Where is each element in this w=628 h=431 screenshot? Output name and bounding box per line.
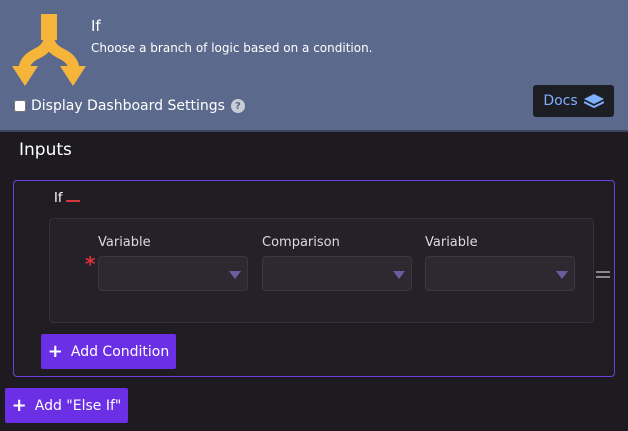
condition-row: Variable Comparison Variable * (49, 218, 594, 323)
node-title: If (91, 17, 101, 35)
help-icon[interactable]: ? (230, 99, 245, 113)
add-else-if-button[interactable]: + Add "Else If" (5, 388, 128, 423)
chevron-down-icon (229, 271, 241, 279)
right-variable-label: Variable (425, 235, 478, 250)
docs-button[interactable]: Docs (533, 85, 614, 117)
docs-label: Docs (543, 93, 578, 109)
right-variable-select[interactable] (425, 256, 575, 291)
node-subtitle: Choose a branch of logic based on a cond… (91, 41, 373, 55)
if-block-label: If (54, 191, 81, 206)
dashboard-settings-checkbox[interactable] (14, 100, 26, 112)
chevron-down-icon (556, 271, 568, 279)
if-block: If Variable Comparison Variable * + Add … (13, 180, 615, 377)
dashboard-settings-row[interactable]: Display Dashboard Settings ? (14, 98, 245, 114)
node-header: If Choose a branch of logic based on a c… (0, 0, 628, 132)
add-condition-button[interactable]: + Add Condition (41, 334, 176, 369)
if-label-text: If (54, 191, 63, 206)
left-variable-label: Variable (98, 235, 151, 250)
comparison-label: Comparison (262, 235, 340, 250)
fork-icon (12, 14, 86, 86)
comparison-select[interactable] (262, 256, 412, 291)
plus-icon: + (47, 340, 63, 362)
add-else-if-label: Add "Else If" (34, 397, 122, 414)
plus-icon: + (11, 394, 27, 416)
dashboard-settings-label: Display Dashboard Settings (31, 98, 225, 114)
drag-handle-icon[interactable] (596, 271, 610, 281)
if-error-underline (66, 191, 81, 202)
inputs-heading: Inputs (19, 140, 72, 160)
add-condition-label: Add Condition (70, 343, 170, 360)
left-variable-select[interactable] (98, 256, 248, 291)
layers-icon (583, 94, 604, 108)
chevron-down-icon (393, 271, 405, 279)
required-marker: * (85, 252, 96, 276)
